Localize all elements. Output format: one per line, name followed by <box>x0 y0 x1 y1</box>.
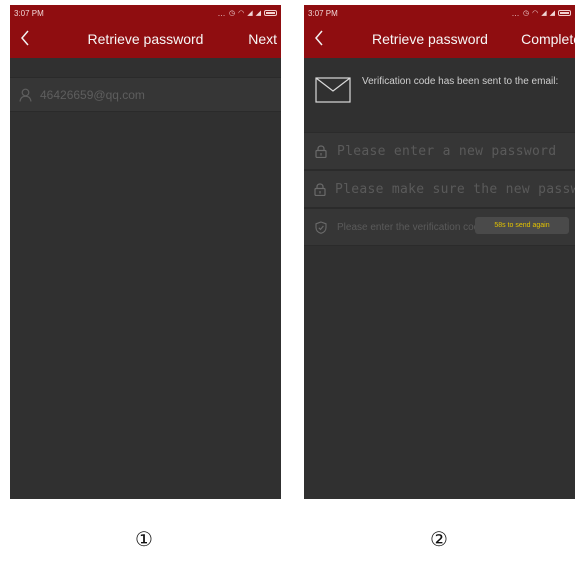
notice-text: Verification code has been sent to the e… <box>362 76 559 87</box>
toolbar: Retrieve password Next <box>10 21 281 58</box>
status-time: 3:07 PM <box>308 8 338 18</box>
complete-button[interactable]: Complete <box>521 31 575 47</box>
status-bar: 3:07 PM … ◷ ◠ ◢ ◢ <box>304 5 575 21</box>
toolbar: Retrieve password Complete <box>304 21 575 58</box>
back-arrow-icon <box>315 30 323 46</box>
wifi-icon: ◠ <box>532 10 539 17</box>
email-field[interactable]: 46426659@qq.com <box>10 77 281 112</box>
new-password-input[interactable]: Please enter a new password <box>304 132 575 170</box>
person-icon <box>18 88 32 102</box>
screen-retrieve-step2: 3:07 PM … ◷ ◠ ◢ ◢ Retrieve password Comp… <box>304 5 575 499</box>
confirm-password-input[interactable]: Please make sure the new password <box>304 170 575 208</box>
signal-icon-2: ◢ <box>255 10 261 17</box>
status-bar: 3:07 PM … ◷ ◠ ◢ ◢ <box>10 5 281 21</box>
signal-icon: ◢ <box>541 10 547 17</box>
status-time: 3:07 PM <box>14 8 44 18</box>
verification-code-placeholder: Please enter the verification code <box>337 221 485 233</box>
next-button[interactable]: Next <box>248 31 277 47</box>
send-again-button[interactable]: 58s to send again <box>475 217 569 234</box>
signal-icon: ◢ <box>247 10 253 17</box>
new-password-placeholder: Please enter a new password <box>337 143 557 159</box>
shield-icon <box>314 220 328 234</box>
alarm-icon: ◷ <box>523 10 530 17</box>
status-icons: … ◷ ◠ ◢ ◢ <box>511 8 571 18</box>
verification-notice: Verification code has been sent to the e… <box>304 58 575 123</box>
page-title: Retrieve password <box>372 31 488 47</box>
email-value: 46426659@qq.com <box>40 87 145 102</box>
envelope-icon <box>315 77 351 108</box>
more-icon: … <box>217 8 226 18</box>
wifi-icon: ◠ <box>238 10 245 17</box>
battery-icon <box>558 10 571 16</box>
battery-icon <box>264 10 277 16</box>
screen-label-1: ① <box>135 527 153 551</box>
alarm-icon: ◷ <box>229 10 236 17</box>
confirm-password-placeholder: Please make sure the new password <box>335 181 575 197</box>
page-title: Retrieve password <box>87 31 204 47</box>
screen-retrieve-step1: 3:07 PM … ◷ ◠ ◢ ◢ Retrieve password Next… <box>10 5 281 499</box>
status-icons: … ◷ ◠ ◢ ◢ <box>217 8 277 18</box>
lock-icon <box>314 144 328 158</box>
more-icon: … <box>511 8 520 18</box>
lock-icon <box>314 182 326 196</box>
back-button[interactable] <box>308 25 330 51</box>
screen-label-2: ② <box>430 527 448 551</box>
signal-icon-2: ◢ <box>549 10 555 17</box>
